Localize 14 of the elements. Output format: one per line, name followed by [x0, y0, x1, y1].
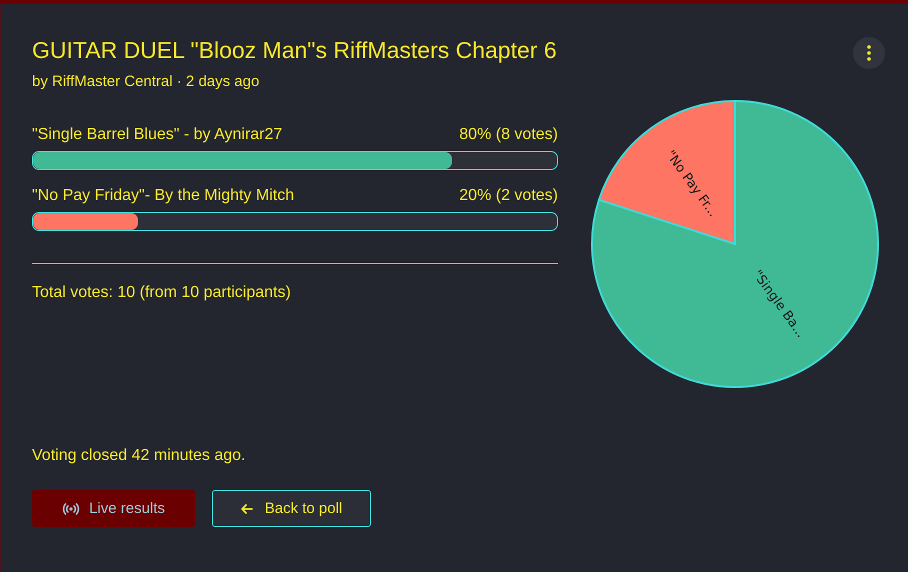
option-result: 80% (8 votes)	[459, 125, 558, 145]
broadcast-icon	[62, 502, 80, 514]
back-arrow-icon	[240, 504, 253, 514]
more-options-button[interactable]	[853, 37, 885, 69]
back-button[interactable]: Back to poll	[212, 490, 371, 527]
option-label: "No Pay Friday"- By the Mighty Mitch	[32, 186, 294, 206]
live-results-button[interactable]: Live results	[32, 490, 195, 527]
poll-title: GUITAR DUEL "Blooz Man"s RiffMasters Chapter 6	[32, 36, 557, 64]
voting-status: Voting closed 42 minutes ago.	[32, 446, 246, 466]
option-label: "Single Barrel Blues" - by Aynirar27	[32, 125, 282, 145]
option-result: 20% (2 votes)	[459, 186, 558, 206]
more-icon	[867, 45, 871, 61]
poll-byline: by RiffMaster Central · 2 days ago	[32, 72, 260, 92]
total-votes: Total votes: 10 (from 10 participants)	[32, 283, 292, 303]
